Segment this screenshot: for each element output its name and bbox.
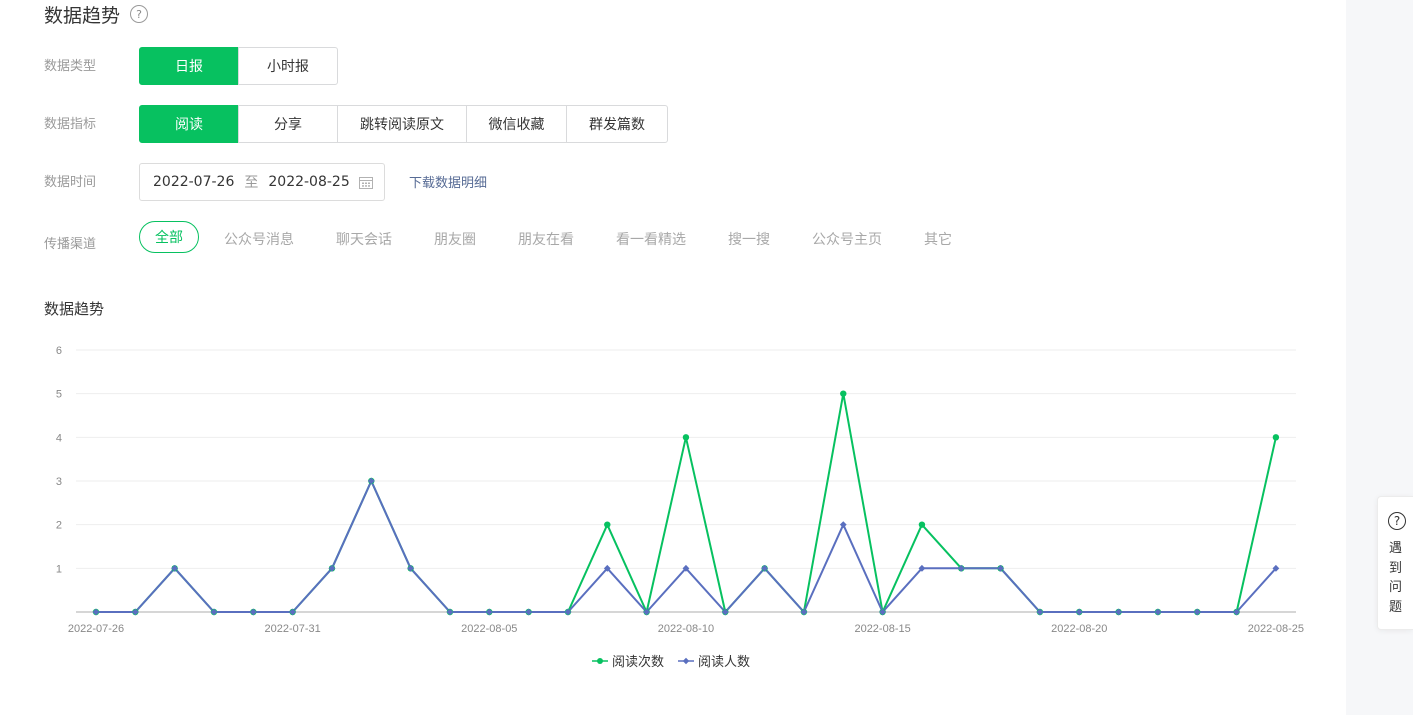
y-tick-label: 2 <box>56 520 62 532</box>
date-end: 2022-08-25 <box>268 174 350 190</box>
data-point-read-count[interactable] <box>918 521 926 528</box>
chart-title: 数据趋势 <box>44 300 105 318</box>
metric-favorite-button[interactable]: 微信收藏 <box>466 105 567 143</box>
series-line-read-count <box>96 392 1277 613</box>
x-tick-label: 2022-07-26 <box>68 623 124 635</box>
data-point-read-count[interactable] <box>604 521 611 528</box>
data-point-read-users[interactable] <box>525 608 533 616</box>
channel-top-stories-tab[interactable]: 看一看精选 <box>616 229 686 249</box>
series-line-read-users <box>96 480 1277 613</box>
y-tick-label: 1 <box>56 563 62 575</box>
data-type-hourly-button[interactable]: 小时报 <box>238 47 338 85</box>
legend-item-read-users[interactable]: 阅读人数 <box>678 651 750 670</box>
page-title: 数据趋势 ? <box>44 0 149 28</box>
trend-chart: 1 2 3 4 5 6 2022-07-26 2022-07-31 2022-08-05 2022… <box>56 345 1304 635</box>
y-tick-label: 6 <box>56 345 62 357</box>
data-point-read-users[interactable] <box>367 477 375 485</box>
y-tick-label: 3 <box>56 476 62 488</box>
calendar-icon <box>359 177 373 189</box>
data-point-read-users[interactable] <box>1193 608 1201 616</box>
metric-jump-original-button[interactable]: 跳转阅读原文 <box>337 105 467 143</box>
legend-label: 阅读次数 <box>612 655 665 670</box>
metric-toggle: 阅读 分享 跳转阅读原文 微信收藏 群发篇数 <box>139 105 668 143</box>
question-circle-icon[interactable]: ? <box>130 5 149 23</box>
question-circle-icon: ? <box>1388 512 1406 530</box>
metric-label: 数据指标 <box>44 117 97 132</box>
channel-all-tab[interactable]: 全部 <box>139 221 199 253</box>
legend-item-read-count[interactable]: 阅读次数 <box>592 651 664 670</box>
legend-diamond-marker <box>678 657 695 664</box>
data-point-read-users[interactable] <box>92 608 100 616</box>
date-range-picker[interactable]: 2022-07-26 至 2022-08-25 <box>139 163 385 201</box>
date-separator: 至 <box>244 175 259 191</box>
metric-posts-button[interactable]: 群发篇数 <box>566 105 668 143</box>
data-point-read-users[interactable] <box>1075 608 1083 616</box>
chart-legend: 阅读次数 阅读人数 <box>592 651 764 670</box>
channel-label: 传播渠道 <box>44 237 97 252</box>
channel-official-message-tab[interactable]: 公众号消息 <box>224 229 294 249</box>
data-point-read-users[interactable] <box>1115 608 1122 616</box>
metric-read-button[interactable]: 阅读 <box>139 105 239 143</box>
legend-circle-marker <box>592 657 608 664</box>
data-point-read-users[interactable] <box>249 608 257 616</box>
data-point-read-users[interactable] <box>1154 608 1162 616</box>
channel-profile-page-tab[interactable]: 公众号主页 <box>812 229 882 249</box>
data-point-read-count[interactable] <box>840 390 847 397</box>
y-tick-label: 5 <box>56 389 62 401</box>
channel-other-tab[interactable]: 其它 <box>924 229 952 249</box>
x-tick-label: 2022-08-10 <box>658 623 714 635</box>
x-tick-label: 2022-08-15 <box>854 623 910 635</box>
channel-friends-watching-tab[interactable]: 朋友在看 <box>518 229 574 249</box>
help-float-label: 遇到问题 <box>1389 541 1403 615</box>
x-tick-label: 2022-08-20 <box>1051 623 1107 635</box>
channel-moments-tab[interactable]: 朋友圈 <box>434 229 476 249</box>
data-point-read-count[interactable] <box>1272 434 1280 441</box>
x-tick-label: 2022-08-25 <box>1248 623 1304 635</box>
page-title-text: 数据趋势 <box>44 4 121 27</box>
data-point-read-count[interactable] <box>682 434 690 441</box>
time-label: 数据时间 <box>44 175 97 190</box>
channel-chat-tab[interactable]: 聊天会话 <box>336 229 392 249</box>
data-type-label: 数据类型 <box>44 59 97 74</box>
date-start: 2022-07-26 <box>153 174 235 190</box>
data-point-read-users[interactable] <box>839 521 847 529</box>
metric-share-button[interactable]: 分享 <box>238 105 338 143</box>
x-tick-label: 2022-07-31 <box>265 623 321 635</box>
data-type-toggle: 日报 小时报 <box>139 47 338 85</box>
data-point-read-users[interactable] <box>485 608 493 616</box>
help-float-button[interactable]: ? 遇到问题 <box>1377 496 1413 630</box>
channel-search-tab[interactable]: 搜一搜 <box>728 229 770 249</box>
data-type-daily-button[interactable]: 日报 <box>139 47 239 85</box>
x-tick-label: 2022-08-05 <box>461 623 517 635</box>
download-detail-link[interactable]: 下载数据明细 <box>409 172 487 191</box>
main-panel: 数据趋势 ? 数据类型 日报 小时报 数据指标 阅读 分享 跳转阅读原文 微信收… <box>0 0 1346 715</box>
y-tick-label: 4 <box>56 432 62 444</box>
legend-label: 阅读人数 <box>698 655 751 670</box>
